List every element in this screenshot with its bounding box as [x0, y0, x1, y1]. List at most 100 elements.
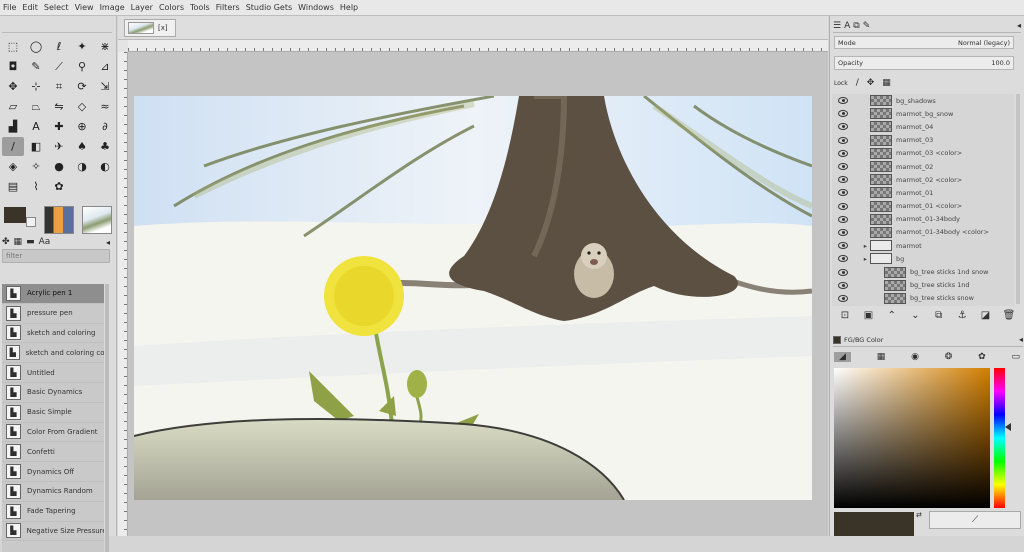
layers-tab-icon[interactable]: ☰	[833, 21, 841, 31]
levels-icon[interactable]: ▤	[2, 177, 24, 196]
layer-row[interactable]: marmot_bg_snow	[832, 107, 1014, 120]
color-dock-menu-icon[interactable]: ◂	[1019, 335, 1023, 344]
brush-list-item[interactable]: ▙ Dynamics Random	[2, 482, 104, 502]
brush-list-item[interactable]: ▙ pressure pen	[2, 304, 104, 324]
brush-list-item[interactable]: ▙ Basic Dynamics	[2, 383, 104, 403]
visibility-eye-icon[interactable]	[838, 242, 848, 250]
watercolor-selector-icon[interactable]: ✿	[978, 352, 986, 362]
brush-list-item[interactable]: ▙ sketch and coloring	[2, 324, 104, 344]
expand-arrow-icon[interactable]: ▸	[854, 255, 870, 263]
brush-list-item[interactable]: ▙ Confetti	[2, 442, 104, 463]
mask-layer-icon[interactable]: ◪	[975, 310, 997, 321]
rect-select-icon[interactable]: ⬚	[2, 37, 24, 56]
visibility-eye-icon[interactable]	[838, 268, 848, 276]
layer-row[interactable]: marmot_02	[832, 160, 1014, 173]
layer-row[interactable]: marmot_01-34body	[832, 213, 1014, 226]
visibility-eye-icon[interactable]	[838, 176, 848, 184]
brush-list-item[interactable]: ▙ Negative Size Pressure	[2, 522, 104, 542]
fonts-tab-icon[interactable]: Aa	[39, 237, 51, 247]
layer-row[interactable]: marmot_01 <color>	[832, 200, 1014, 213]
brush-list-item[interactable]: ▙ Untitled	[2, 363, 104, 383]
visibility-eye-icon[interactable]	[838, 294, 848, 302]
menu-edit[interactable]: Edit	[22, 3, 38, 12]
delete-layer-icon[interactable]: 🗑	[998, 310, 1020, 321]
layer-mode-select[interactable]: Mode Normal (legacy)	[834, 36, 1014, 49]
scale-icon[interactable]: ⇲	[94, 77, 116, 96]
palette-selector-icon[interactable]: ▭	[1011, 352, 1020, 362]
visibility-eye-icon[interactable]	[838, 228, 848, 236]
visibility-eye-icon[interactable]	[838, 110, 848, 118]
cmyk-selector-icon[interactable]: ▦	[877, 352, 886, 362]
color-balance-icon[interactable]: ◐	[94, 157, 116, 176]
sharpen-icon[interactable]: ✧	[25, 157, 47, 176]
foreground-select-icon[interactable]: ◘	[2, 57, 24, 76]
fgbg-color-tab[interactable]: FG/BG Color	[844, 336, 883, 344]
lock-pixels-icon[interactable]: /	[856, 78, 859, 88]
brush-list-item[interactable]: ▙ Fade Tapering	[2, 502, 104, 522]
menu-file[interactable]: File	[3, 3, 16, 12]
text-icon[interactable]: A	[25, 117, 47, 136]
zoom-icon[interactable]: ⚲	[71, 57, 93, 76]
shear-icon[interactable]: ▱	[2, 97, 24, 116]
brush-list-scrollbar[interactable]	[105, 284, 109, 552]
visibility-eye-icon[interactable]	[838, 149, 848, 157]
heal-icon[interactable]: ✚	[48, 117, 70, 136]
image-tab-close[interactable]: [x]	[158, 24, 168, 32]
fg-color-swatch[interactable]	[4, 207, 26, 223]
eraser-icon[interactable]: ◧	[25, 137, 47, 156]
anchor-layer-icon[interactable]: ⚓	[951, 310, 973, 321]
layer-row[interactable]: bg_tree sticks 1nd snow	[832, 265, 1014, 278]
warp-icon[interactable]: ≈	[94, 97, 116, 116]
visibility-eye-icon[interactable]	[838, 123, 848, 131]
gradients-tab-icon[interactable]: ▬	[26, 237, 35, 247]
bucket-fill-icon[interactable]: ▟	[2, 117, 24, 136]
layer-row[interactable]: ▸ marmot	[832, 239, 1014, 252]
visibility-eye-icon[interactable]	[838, 136, 848, 144]
brush-list-item[interactable]: ▙ Basic Simple	[2, 403, 104, 423]
smudge-icon[interactable]: ∂	[94, 117, 116, 136]
layer-row[interactable]: bg_tree sticks snow	[832, 292, 1014, 305]
layer-row[interactable]: marmot_02 <color>	[832, 173, 1014, 186]
ellipse-select-icon[interactable]: ◯	[25, 37, 47, 56]
menu-image[interactable]: Image	[100, 3, 125, 12]
color-picker-icon[interactable]: ⟋	[48, 57, 70, 76]
hue-slider[interactable]	[994, 368, 1005, 508]
fuzzy-select-icon[interactable]: ✦	[71, 37, 93, 56]
current-color-swatch[interactable]	[834, 512, 914, 536]
brushes-tab-icon[interactable]: ✤	[2, 237, 10, 247]
mypaint-brush-icon[interactable]: ♣	[94, 137, 116, 156]
active-image-preview[interactable]	[82, 206, 112, 234]
layer-row[interactable]: ▸ bg	[832, 252, 1014, 265]
paths-icon[interactable]: ✎	[25, 57, 47, 76]
menu-view[interactable]: View	[75, 3, 94, 12]
airbrush-icon[interactable]: ✈	[48, 137, 70, 156]
horizontal-ruler[interactable]	[128, 40, 828, 52]
lower-layer-icon[interactable]: ⌄	[904, 310, 926, 321]
new-layer-icon[interactable]: ⊡	[834, 310, 856, 321]
color-picker-button[interactable]: ⟋	[929, 511, 1021, 529]
visibility-eye-icon[interactable]	[838, 163, 848, 171]
raise-layer-icon[interactable]: ⌃	[881, 310, 903, 321]
menu-windows[interactable]: Windows	[298, 3, 334, 12]
brush-list-item[interactable]: ▙ sketch and coloring copy	[2, 343, 104, 364]
paths-tab-icon[interactable]: ✎	[863, 21, 871, 31]
fgbg-color-tab-icon[interactable]	[833, 335, 841, 344]
menu-select[interactable]: Select	[44, 3, 69, 12]
layer-row[interactable]: bg_tree sticks 1nd	[832, 279, 1014, 292]
painting-canvas[interactable]	[134, 96, 812, 500]
new-group-icon[interactable]: ▣	[857, 310, 879, 321]
layer-row[interactable]: marmot_03 <color>	[832, 147, 1014, 160]
layer-row[interactable]: marmot_04	[832, 120, 1014, 133]
visibility-eye-icon[interactable]	[838, 189, 848, 197]
menu-filters[interactable]: Filters	[216, 3, 240, 12]
triangle-selector-icon[interactable]: ◉	[911, 352, 919, 362]
menu-studio-gets[interactable]: Studio Gets	[246, 3, 292, 12]
brush-list-item[interactable]: ▙ Acrylic pen 1	[2, 284, 104, 304]
flip-icon[interactable]: ⇋	[48, 97, 70, 116]
perspective-icon[interactable]: ⏢	[25, 97, 47, 116]
visibility-eye-icon[interactable]	[838, 215, 848, 223]
dock-menu-icon[interactable]: ◂	[1017, 21, 1021, 30]
lasso-icon[interactable]: ℓ	[48, 37, 70, 56]
align-icon[interactable]: ⊹	[25, 77, 47, 96]
lock-position-icon[interactable]: ✥	[867, 78, 875, 88]
